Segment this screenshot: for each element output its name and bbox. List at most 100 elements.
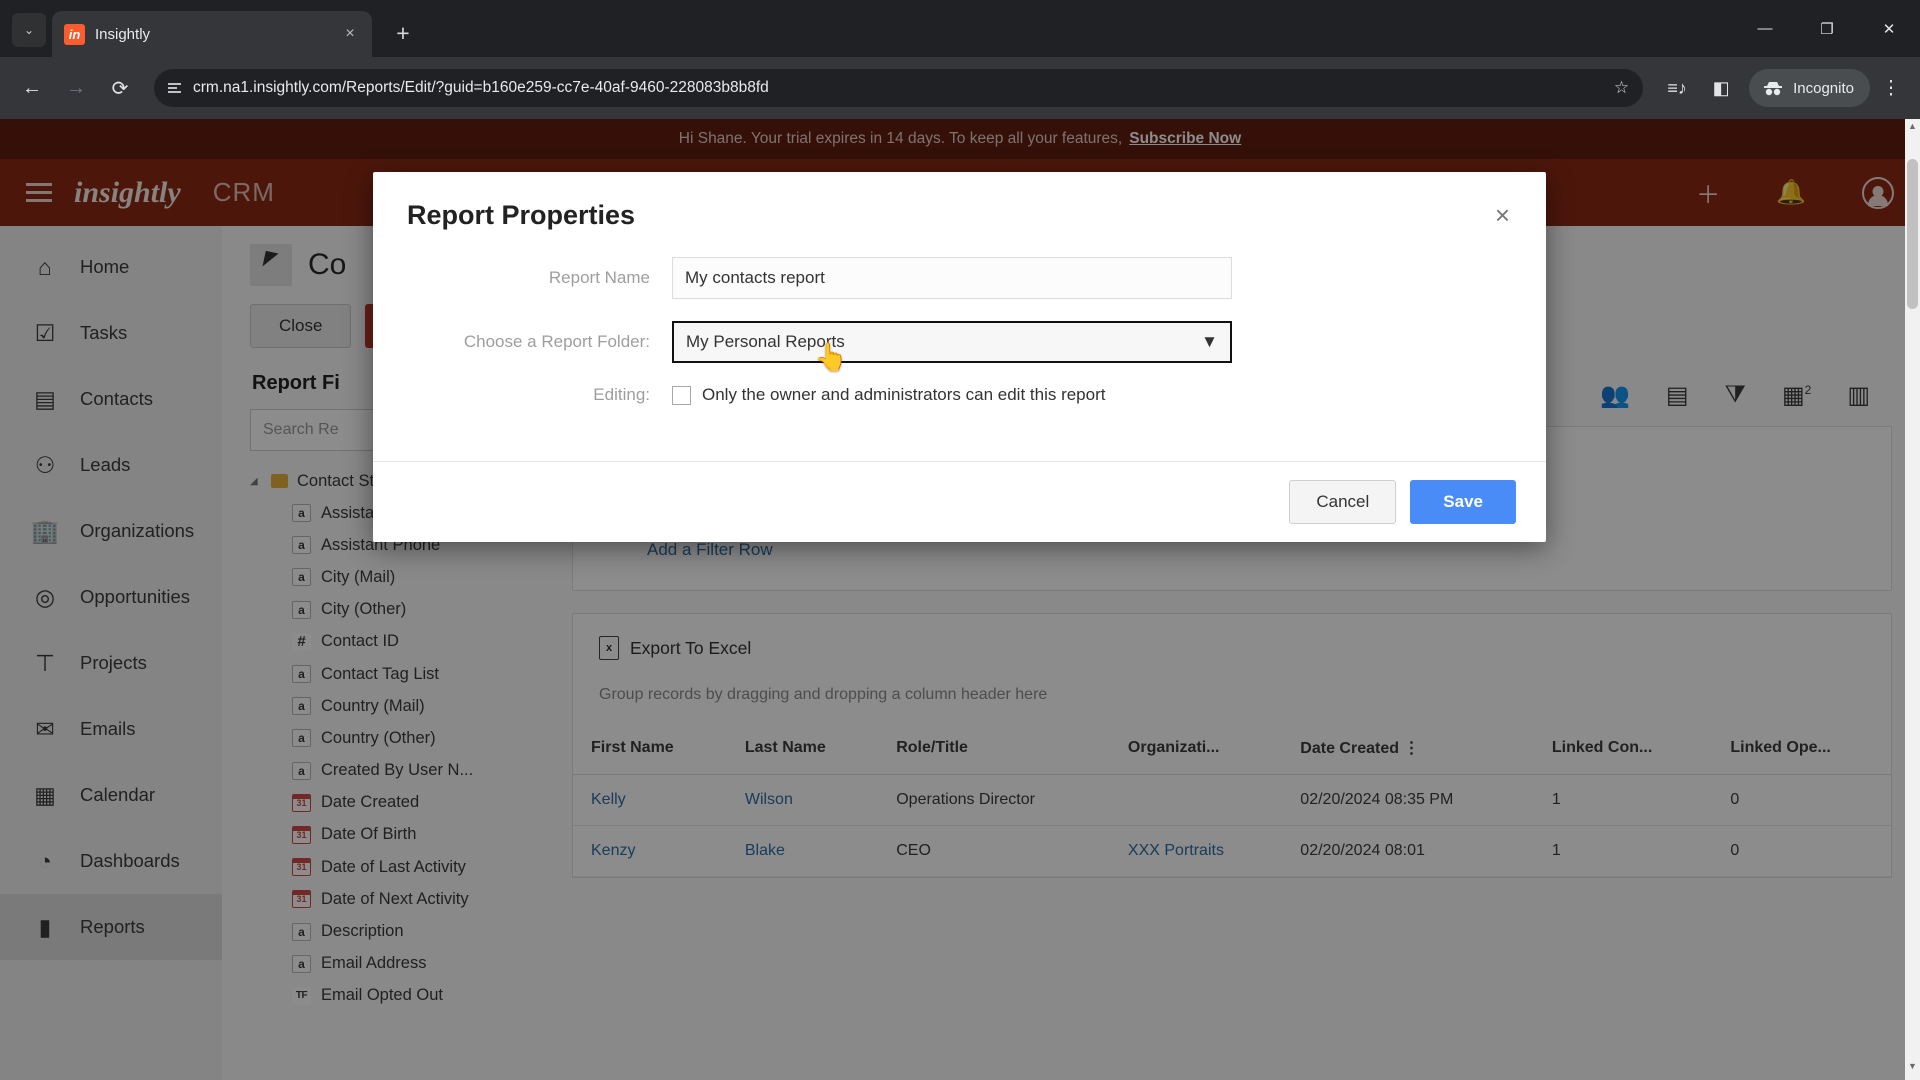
side-panel-icon[interactable]: ◧ (1701, 68, 1741, 108)
field-item[interactable]: a Country (Mail) (250, 690, 550, 722)
sidebar-item-organizations[interactable]: 🏢 Organizations (0, 498, 222, 564)
field-item[interactable]: a Created By User N... (250, 755, 550, 787)
date-field-icon: 31 (292, 858, 311, 877)
close-button[interactable]: Close (250, 304, 352, 348)
column-header-linked-contacts[interactable]: Linked Con... (1533, 724, 1713, 775)
cancel-button[interactable]: Cancel (1289, 480, 1397, 524)
text-field-icon: a (292, 600, 311, 619)
table-row[interactable]: Kenzy Blake CEO XXX Portraits 02/20/2024… (573, 825, 1891, 877)
filter-icon[interactable]: ⧩ (1725, 381, 1746, 409)
hamburger-menu-icon[interactable] (26, 183, 52, 202)
site-settings-icon[interactable] (168, 83, 181, 93)
field-item[interactable]: 31 Date Created (250, 787, 550, 819)
sidebar-item-opportunities[interactable]: ◎ Opportunities (0, 564, 222, 630)
editing-checkbox-group[interactable]: Only the owner and administrators can ed… (672, 385, 1105, 405)
cell-linked-contacts: 1 (1533, 825, 1713, 877)
back-button[interactable]: ← (12, 68, 52, 108)
column-header-date-created[interactable]: Date Created ⋮ (1282, 724, 1534, 775)
column-header-role-title[interactable]: Role/Title (878, 724, 1110, 775)
browser-tab[interactable]: in Insightly × (52, 11, 372, 57)
field-item[interactable]: # Contact ID (250, 626, 550, 658)
editing-checkbox[interactable] (672, 385, 691, 405)
cell-organization[interactable]: XXX Portraits (1109, 825, 1283, 877)
text-field-icon: a (292, 568, 311, 587)
field-item[interactable]: a Description (250, 915, 550, 947)
cell-organization[interactable] (1109, 774, 1283, 826)
sidebar-item-tasks[interactable]: ☑ Tasks (0, 300, 222, 366)
report-name-input[interactable] (672, 257, 1232, 299)
field-item[interactable]: a Email Address (250, 948, 550, 980)
subscribe-now-link[interactable]: Subscribe Now (1129, 130, 1241, 148)
cell-first-name[interactable]: Kelly (573, 774, 727, 826)
reading-list-icon[interactable]: ≡♪ (1657, 68, 1697, 108)
editing-row: Editing: Only the owner and administrato… (407, 385, 1512, 405)
chart-icon[interactable]: ▥ (1847, 381, 1870, 410)
cell-last-name[interactable]: Blake (726, 825, 879, 877)
editing-label: Editing: (593, 385, 650, 404)
column-header-first-name[interactable]: First Name (573, 724, 727, 775)
sidebar-item-leads[interactable]: ⚇ Leads (0, 432, 222, 498)
scroll-up-arrow[interactable]: ▲ (1905, 121, 1920, 138)
cell-last-name[interactable]: Wilson (726, 774, 879, 826)
tab-title: Insightly (95, 25, 151, 43)
scrollbar-thumb[interactable] (1907, 159, 1918, 309)
browser-toolbar: ← → ⟳ crm.na1.insightly.com/Reports/Edit… (0, 57, 1920, 119)
dialog-body: Report Name Choose a Report Folder: My P… (373, 251, 1546, 461)
tasks-icon: ☑ (34, 319, 56, 346)
field-item[interactable]: a Country (Other) (250, 722, 550, 754)
incognito-indicator[interactable]: Incognito (1749, 69, 1870, 107)
sidebar-label-tasks: Tasks (80, 322, 128, 343)
field-item[interactable]: 31 Date of Next Activity (250, 883, 550, 915)
report-folder-select[interactable]: My Personal Reports ▼ 👆 (672, 321, 1232, 372)
save-button[interactable]: Save (1410, 480, 1516, 524)
text-field-icon: a (292, 504, 311, 523)
minimize-button[interactable]: — (1734, 0, 1796, 57)
field-item[interactable]: a City (Mail) (250, 561, 550, 593)
column-header-organization[interactable]: Organizati... (1109, 724, 1283, 775)
field-item[interactable]: a City (Other) (250, 594, 550, 626)
crm-label: CRM (212, 177, 275, 207)
columns-icon[interactable]: ▦2 (1782, 381, 1811, 410)
people-icon[interactable]: 👥 (1600, 381, 1630, 410)
calendar-icon[interactable]: ▤ (1666, 381, 1689, 410)
report-folder-label: Choose a Report Folder: (463, 332, 650, 351)
export-to-excel-button[interactable]: x Export To Excel (573, 614, 1891, 678)
field-item[interactable]: 31 Date Of Birth (250, 819, 550, 851)
tab-strip: ⌄ in Insightly × + — ❐ ✕ (0, 0, 1920, 57)
page-scrollbar[interactable]: ▲ ▼ (1905, 119, 1920, 1080)
sidebar-item-projects[interactable]: ⊤ Projects (0, 630, 222, 696)
field-item[interactable]: a Contact Tag List (250, 658, 550, 690)
dialog-close-icon[interactable]: × (1489, 200, 1516, 230)
address-bar[interactable]: crm.na1.insightly.com/Reports/Edit/?guid… (154, 69, 1644, 107)
sidebar-item-home[interactable]: ⌂ Home (0, 234, 222, 300)
table-row[interactable]: Kelly Wilson Operations Director 02/20/2… (573, 774, 1891, 826)
sidebar-item-emails[interactable]: ✉ Emails (0, 696, 222, 762)
sidebar-label-contacts: Contacts (80, 388, 154, 409)
sidebar-item-dashboards[interactable]: ◔ Dashboards (0, 828, 222, 894)
field-item[interactable]: TF Email Opted Out (250, 980, 550, 1012)
window-close-button[interactable]: ✕ (1858, 0, 1920, 57)
column-header-linked-opportunities[interactable]: Linked Ope... (1712, 724, 1891, 775)
bookmark-icon[interactable]: ☆ (1614, 78, 1629, 98)
incognito-label: Incognito (1793, 79, 1854, 97)
sidebar-item-calendar[interactable]: ▦ Calendar (0, 762, 222, 828)
tab-close-icon[interactable]: × (340, 25, 360, 43)
column-header-last-name[interactable]: Last Name (726, 724, 879, 775)
new-tab-button[interactable]: + (386, 16, 420, 50)
tab-search-icon[interactable]: ⌄ (12, 13, 46, 47)
sidebar-item-reports[interactable]: ▮ Reports (0, 894, 222, 960)
browser-menu-icon[interactable]: ⋮ (1874, 77, 1908, 100)
add-icon[interactable]: ＋ (1696, 175, 1720, 210)
tree-expand-icon[interactable]: ◢ (250, 476, 262, 487)
cell-first-name[interactable]: Kenzy (573, 825, 727, 877)
cell-linked-contacts: 1 (1533, 774, 1713, 826)
reload-button[interactable]: ⟳ (100, 68, 140, 108)
scroll-down-arrow[interactable]: ▼ (1905, 1061, 1920, 1078)
sidebar-item-contacts[interactable]: ▤ Contacts (0, 366, 222, 432)
field-label: Created By User N... (321, 761, 474, 780)
notifications-bell-icon[interactable]: 🔔 (1776, 178, 1806, 207)
field-item[interactable]: 31 Date of Last Activity (250, 851, 550, 883)
cell-role-title: CEO (878, 825, 1110, 877)
maximize-button[interactable]: ❐ (1796, 0, 1858, 57)
user-avatar-icon[interactable] (1862, 176, 1894, 209)
